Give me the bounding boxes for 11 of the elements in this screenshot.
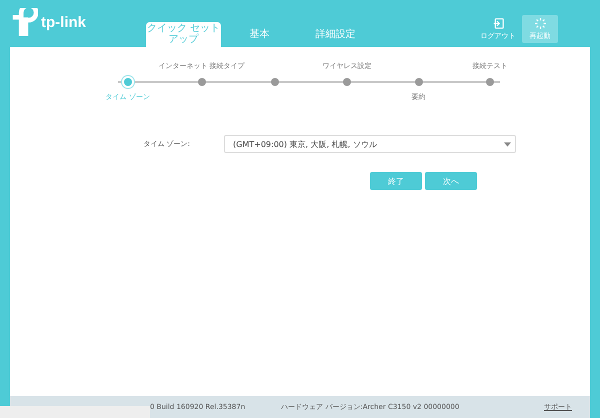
caret-icon xyxy=(504,142,511,146)
logo-icon xyxy=(10,8,38,36)
action-button[interactable]: 終了 xyxy=(370,172,422,190)
logout-icon xyxy=(492,18,504,28)
spinner-icon xyxy=(534,18,546,28)
tab[interactable]: クイック セットアップ xyxy=(146,22,221,47)
timezone-dropdown[interactable]: (GMT+09:00) 東京, 大阪, 札幌, ソウル xyxy=(224,135,516,153)
tab[interactable]: 詳細設定 xyxy=(298,22,373,47)
action-button[interactable]: 次へ xyxy=(425,172,477,190)
tab[interactable]: 基本 xyxy=(222,22,297,47)
brand-name: tp-link xyxy=(41,14,86,30)
